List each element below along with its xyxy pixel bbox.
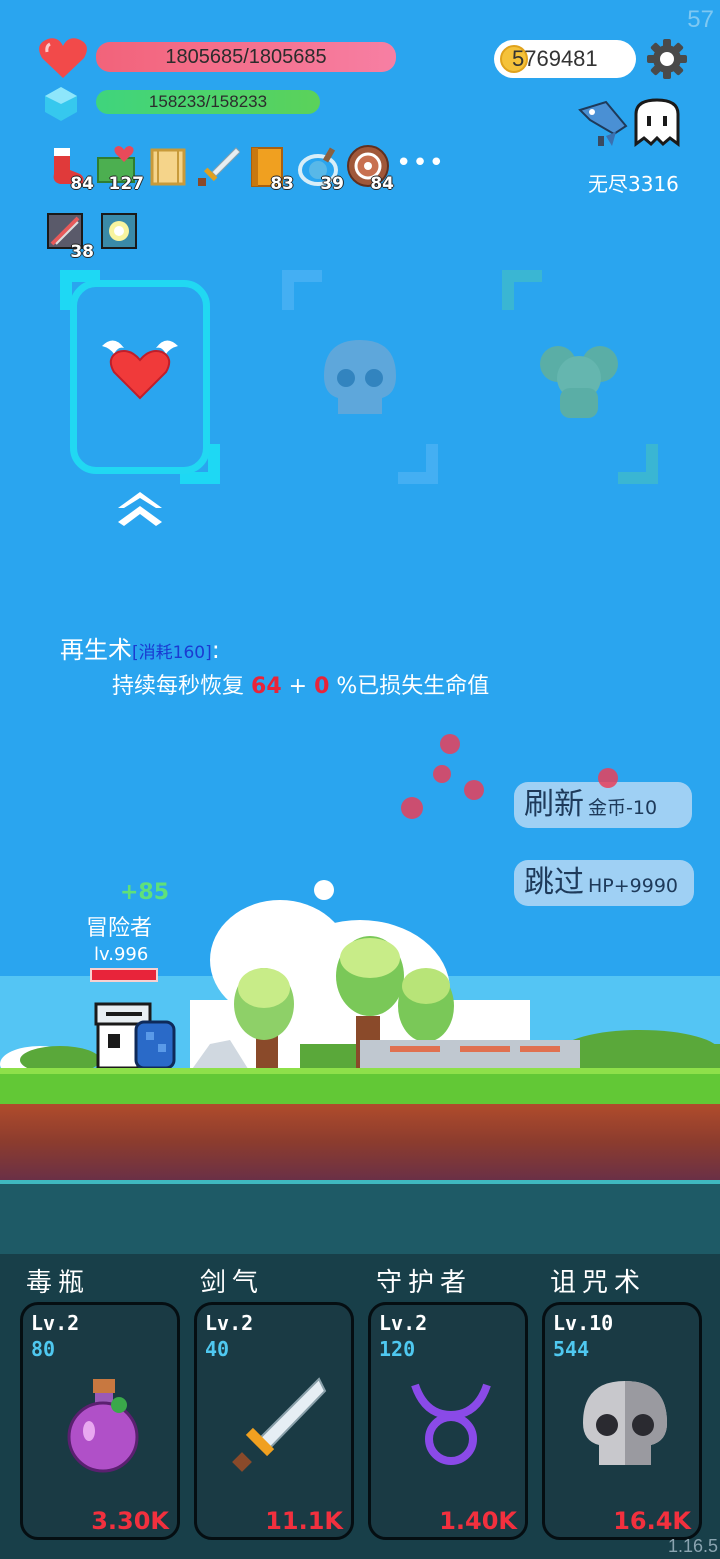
card-level: Lv.2 [379,1311,428,1335]
mana-gem-icon [45,87,77,121]
card-name-poison: 毒瓶 [26,1268,91,1298]
skill-card-poison[interactable]: Lv.2 80 3.30K [20,1302,180,1540]
skill-card-sword-qi[interactable]: Lv.2 40 11.1K [194,1302,354,1540]
scroll-icon [150,148,186,186]
skip-reward: HP+9990 [588,875,679,897]
desc-prefix: 持续每秒恢复 [112,674,245,699]
guardian-spirit-icon [540,346,618,418]
card-price: 3.30K [91,1507,169,1535]
poison-bottle-icon [67,1379,139,1473]
potion-ring-item[interactable]: 39 [296,144,344,194]
item-bar: 84 127 83 39 84 ••• [46,144,445,194]
poison-particles-icon [401,734,618,819]
knight-hero-icon[interactable] [92,1000,180,1072]
card-price: 11.1K [265,1507,343,1535]
item-count: 127 [108,174,145,194]
skull-icon [324,340,396,414]
hero-name: 冒险者 [86,916,153,941]
card-name-curse: 诅咒术 [550,1268,647,1298]
glow-gem-icon [101,213,137,249]
hero-hp-bar [90,968,158,982]
card-level: Lv.10 [553,1311,614,1335]
skip-label: 跳过 [524,865,584,900]
card-cost: 120 [379,1337,416,1361]
fps-counter: 57 [687,6,714,33]
water-strip [0,1180,720,1254]
mp-bar: 158233/158233 [96,90,320,114]
item-bar-2: 38 [46,212,146,262]
desc-suffix: %已损失生命值 [336,674,490,699]
skill-description: 持续每秒恢复 64 + 0 %已损失生命值 [112,668,489,700]
item-count: 38 [70,242,94,262]
card-level: Lv.2 [31,1311,80,1335]
card-price: 16.4K [613,1507,691,1535]
winged-heart-icon [102,340,178,400]
sword-item[interactable] [196,144,242,192]
sword-icon [198,147,241,186]
hero-level: lv.996 [94,944,149,965]
sock-item[interactable]: 84 [46,144,94,194]
desc-value-2: 0 [314,674,330,699]
item-count: 39 [320,174,344,194]
desc-value-1: 64 [251,674,282,699]
skip-button[interactable]: 跳过 HP+9990 [514,860,694,906]
heal-popup: +85 [120,880,170,905]
upgrade-chevrons-icon [118,492,162,526]
grass-ground [0,1068,720,1104]
skill-name: 再生术 [60,636,132,664]
glow-gem-item[interactable] [100,212,146,260]
skill-title: 再生术[消耗160]: [60,630,220,665]
skill-colon: : [211,636,220,664]
blade-box-item[interactable]: 38 [46,212,94,262]
hp-bar: 1805685/1805685 [96,42,396,72]
sword-icon [232,1377,327,1472]
skill-card-guardian[interactable]: Lv.2 120 1.40K [368,1302,528,1540]
card-level: Lv.2 [205,1311,254,1335]
book-item[interactable]: 83 [246,144,294,194]
taurus-sign-icon [411,1383,491,1465]
round-shield-item[interactable]: 84 [346,144,394,194]
skull-icon [583,1381,667,1465]
gear-icon[interactable] [646,38,688,80]
card-cost: 40 [205,1337,230,1361]
gold-amount: 5769481 [512,46,598,71]
item-count: 84 [370,174,394,194]
gold-counter: 5769481 [494,40,636,78]
scroll-item[interactable] [146,144,192,192]
version-label: 1.16.5 [667,1536,718,1556]
desc-plus: + [288,674,308,699]
card-cost: 80 [31,1337,56,1361]
ghost-icon[interactable] [632,96,682,148]
heart-cash-item[interactable]: 127 [96,144,145,194]
heart-icon [39,38,87,78]
more-items-button[interactable]: ••• [396,148,445,178]
card-cost: 544 [553,1337,590,1361]
fish-icon[interactable] [576,96,630,150]
card-name-sword-qi: 剑气 [200,1268,265,1298]
skill-card-curse[interactable]: Lv.10 544 16.4K [542,1302,702,1540]
card-name-guardian: 守护者 [376,1268,473,1298]
skill-cost: [消耗160] [132,643,212,663]
item-count: 84 [70,174,94,194]
endless-mode-label: 无尽3316 [588,172,679,196]
dirt-ground [0,1104,720,1180]
card-price: 1.40K [439,1507,517,1535]
fence-icon [360,1040,580,1070]
item-count: 83 [270,174,294,194]
